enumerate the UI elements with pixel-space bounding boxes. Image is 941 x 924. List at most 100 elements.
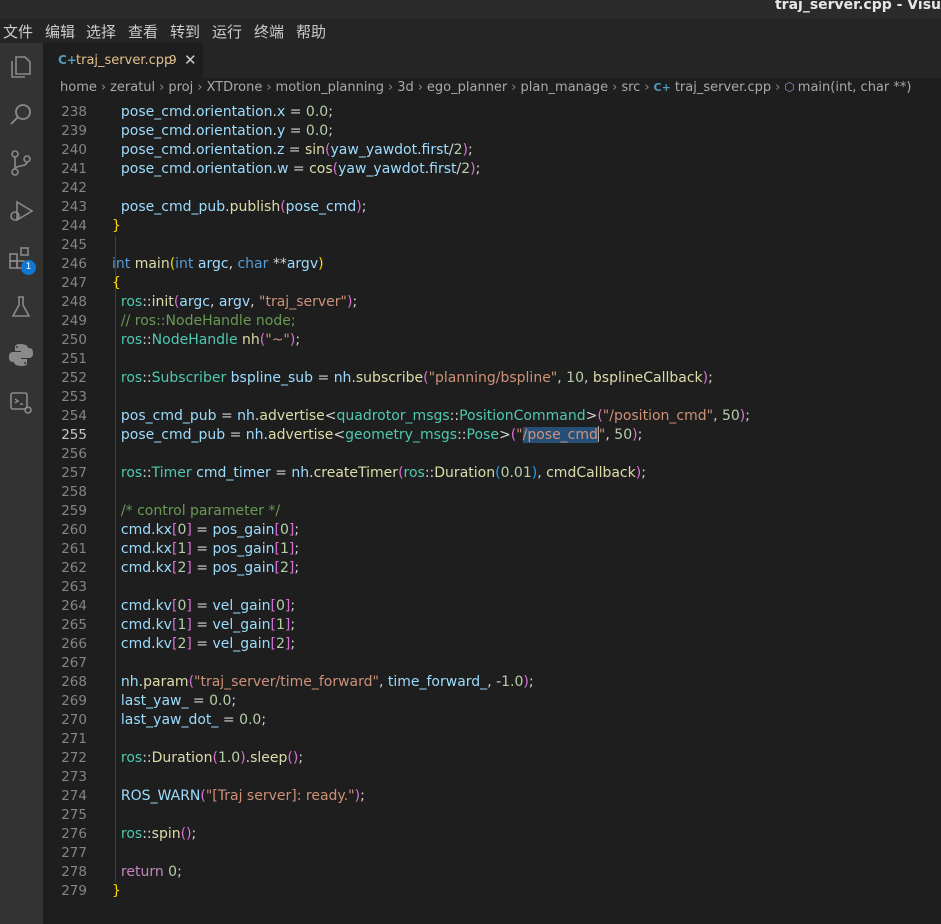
code-token: orientation — [195, 123, 273, 139]
code-token: Subscriber — [151, 370, 227, 386]
explorer-icon[interactable] — [6, 52, 36, 82]
code-line[interactable]: 272 ros::Duration(1.0).sleep(); — [43, 749, 941, 768]
code-line[interactable]: 245 — [43, 236, 941, 255]
code-line[interactable]: 261 cmd.kx[1] = pos_gain[1]; — [43, 540, 941, 559]
menu-go[interactable]: 转到 — [170, 21, 200, 42]
code-token: = — [270, 465, 292, 481]
line-number: 241 — [61, 161, 87, 177]
code-line[interactable]: 244} — [43, 217, 941, 236]
breadcrumb-item[interactable]: XTDrone — [206, 80, 262, 95]
code-line[interactable]: 277 — [43, 844, 941, 863]
python-icon[interactable] — [6, 340, 36, 370]
code-line[interactable]: 243 pose_cmd_pub.publish(pose_cmd); — [43, 198, 941, 217]
code-line[interactable]: 253 — [43, 388, 941, 407]
code-line[interactable]: 269 last_yaw_ = 0.0; — [43, 692, 941, 711]
menu-file[interactable]: 文件 — [3, 21, 33, 42]
code-text: cmd.kv[2] = vel_gain[2]; — [112, 635, 295, 654]
breadcrumb-file[interactable]: traj_server.cpp — [675, 80, 771, 95]
code-line[interactable]: 273 — [43, 768, 941, 787]
remote-explorer-icon[interactable] — [6, 388, 36, 418]
line-number: 239 — [61, 123, 87, 139]
code-line[interactable]: 263 — [43, 578, 941, 597]
source-control-icon[interactable] — [6, 148, 36, 178]
code-line[interactable]: 275 — [43, 806, 941, 825]
code-token: ; — [475, 161, 481, 177]
code-line[interactable]: 266 cmd.kv[2] = vel_gain[2]; — [43, 635, 941, 654]
breadcrumb-item[interactable]: 3d — [397, 80, 414, 95]
run-debug-icon[interactable] — [6, 196, 36, 226]
tab-traj-server[interactable]: C+ traj_server.cpp 9 ✕ — [43, 43, 203, 79]
code-token: :: — [142, 332, 152, 348]
menu-view[interactable]: 查看 — [128, 21, 158, 42]
code-token: ; — [191, 826, 197, 842]
code-line[interactable]: 241 pose_cmd.orientation.w = cos(yaw_yaw… — [43, 160, 941, 179]
breadcrumb-item[interactable]: home — [60, 80, 97, 95]
breadcrumb-item[interactable]: zeratul — [110, 80, 155, 95]
breadcrumb-symbol[interactable]: main(int, char **) — [798, 80, 912, 95]
code-line[interactable]: 260 cmd.kx[0] = pos_gain[0]; — [43, 521, 941, 540]
close-icon[interactable]: ✕ — [184, 51, 197, 69]
code-line[interactable]: 242 — [43, 179, 941, 198]
line-number: 249 — [61, 313, 87, 329]
code-token: advertise — [267, 427, 334, 443]
breadcrumb-item[interactable]: plan_manage — [520, 80, 608, 95]
menu-run[interactable]: 运行 — [212, 21, 242, 42]
code-line[interactable]: 262 cmd.kx[2] = pos_gain[2]; — [43, 559, 941, 578]
code-line[interactable]: 249 // ros::NodeHandle node; — [43, 312, 941, 331]
code-line[interactable]: 265 cmd.kv[1] = vel_gain[1]; — [43, 616, 941, 635]
search-icon[interactable] — [6, 100, 36, 130]
line-number: 279 — [61, 883, 87, 899]
breadcrumb-item[interactable]: ego_planner — [427, 80, 507, 95]
code-token: 50 — [614, 427, 633, 443]
code-line[interactable]: 278 return 0; — [43, 863, 941, 882]
code-line[interactable]: 254 pos_cmd_pub = nh.advertise<quadrotor… — [43, 407, 941, 426]
breadcrumb-item[interactable]: motion_planning — [276, 80, 384, 95]
code-line[interactable]: 264 cmd.kv[0] = vel_gain[0]; — [43, 597, 941, 616]
code-line[interactable]: 246 int main(int argc, char **argv) — [43, 255, 941, 274]
code-line[interactable]: 251 — [43, 350, 941, 369]
code-token: argv — [218, 294, 251, 310]
code-line[interactable]: 274 ROS_WARN("[Traj server]: ready."); — [43, 787, 941, 806]
code-line[interactable]: 258 — [43, 483, 941, 502]
code-line[interactable]: 239 pose_cmd.orientation.y = 0.0; — [43, 122, 941, 141]
code-line[interactable]: 268 nh.param("traj_server/time_forward",… — [43, 673, 941, 692]
menu-help[interactable]: 帮助 — [296, 21, 326, 42]
code-editor[interactable]: 238 pose_cmd.orientation.x = 0.0; 239 pos… — [43, 103, 941, 924]
code-line[interactable]: 257 ros::Timer cmd_timer = nh.createTime… — [43, 464, 941, 483]
code-line[interactable]: 276 ros::spin(); — [43, 825, 941, 844]
code-line[interactable]: 267 — [43, 654, 941, 673]
line-number: 271 — [61, 731, 87, 747]
code-token: PositionCommand — [459, 408, 586, 424]
code-line[interactable]: 255 pose_cmd_pub = nh.advertise<geometry… — [43, 426, 941, 445]
menu-edit[interactable]: 编辑 — [45, 21, 75, 42]
code-line[interactable]: 248 ros::init(argc, argv, "traj_server")… — [43, 293, 941, 312]
breadcrumb-item[interactable]: src — [621, 80, 640, 95]
code-text: ROS_WARN("[Traj server]: ready."); — [112, 787, 365, 806]
code-token: :: — [142, 370, 152, 386]
code-line[interactable]: 270 last_yaw_dot_ = 0.0; — [43, 711, 941, 730]
code-line[interactable]: 259 /* control parameter */ — [43, 502, 941, 521]
testing-icon[interactable] — [6, 292, 36, 322]
code-token: 1.0 — [501, 674, 524, 690]
code-line[interactable]: 279} — [43, 882, 941, 901]
code-token: nh — [112, 674, 139, 690]
code-line[interactable]: 240 pose_cmd.orientation.z = sin(yaw_yaw… — [43, 141, 941, 160]
menu-terminal[interactable]: 终端 — [254, 21, 284, 42]
code-token: = — [288, 161, 310, 177]
breadcrumb-item[interactable]: proj — [168, 80, 193, 95]
code-token: ; — [290, 617, 296, 633]
code-line[interactable]: 238 pose_cmd.orientation.x = 0.0; — [43, 103, 941, 122]
code-token: ; — [298, 750, 304, 766]
code-line[interactable]: 271 — [43, 730, 941, 749]
code-line[interactable]: 247 { — [43, 274, 941, 293]
chevron-right-icon: › — [511, 80, 517, 95]
code-token: , — [605, 427, 615, 443]
code-line[interactable]: 250 ros::NodeHandle nh("~"); — [43, 331, 941, 350]
menu-selection[interactable]: 选择 — [86, 21, 116, 42]
code-line[interactable]: 256 — [43, 445, 941, 464]
code-token: 0 — [279, 522, 289, 538]
line-number: 247 — [61, 275, 87, 291]
code-line[interactable]: 252 ros::Subscriber bspline_sub = nh.sub… — [43, 369, 941, 388]
code-text: cmd.kx[2] = pos_gain[2]; — [112, 559, 299, 578]
line-number: 259 — [61, 503, 87, 519]
